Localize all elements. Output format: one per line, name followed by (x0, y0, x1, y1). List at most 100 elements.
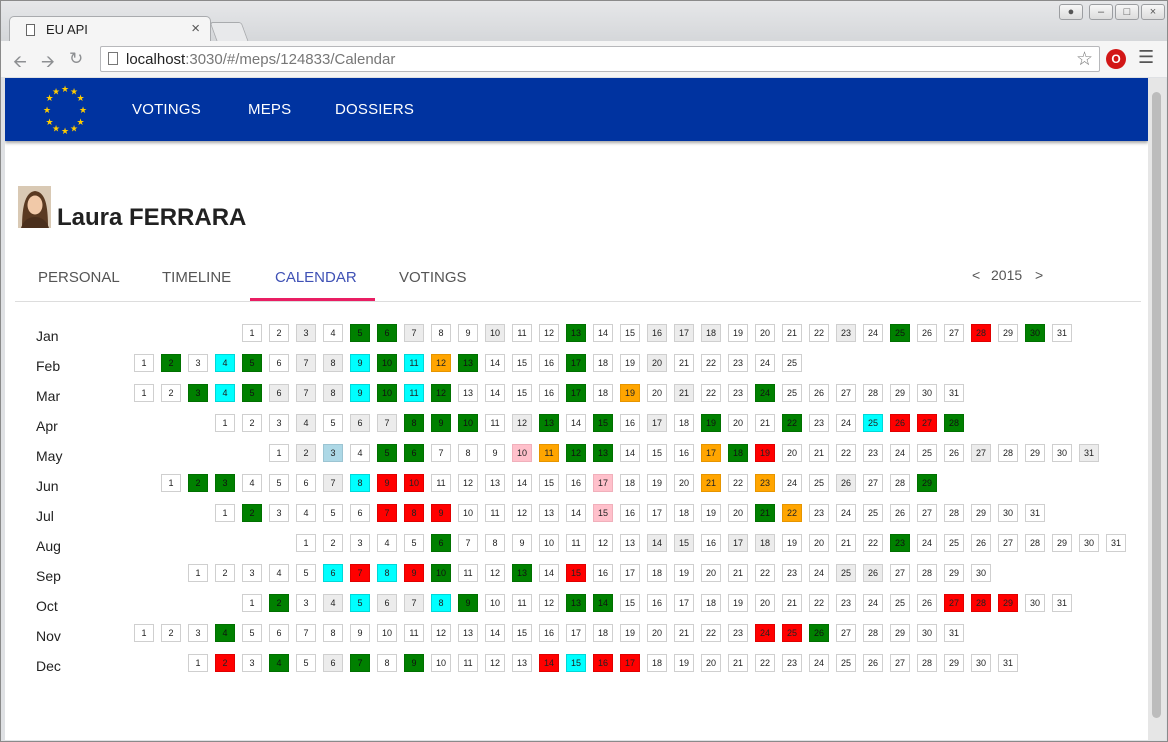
calendar-day[interactable]: 20 (701, 564, 721, 582)
calendar-day[interactable]: 7 (350, 564, 370, 582)
calendar-day[interactable]: 11 (485, 504, 505, 522)
calendar-day[interactable]: 23 (809, 414, 829, 432)
calendar-day[interactable]: 16 (539, 354, 559, 372)
calendar-day[interactable]: 10 (431, 654, 451, 672)
calendar-day[interactable]: 4 (242, 474, 262, 492)
calendar-day[interactable]: 17 (674, 594, 694, 612)
calendar-day[interactable]: 10 (431, 564, 451, 582)
calendar-day[interactable]: 25 (890, 324, 910, 342)
calendar-day[interactable]: 20 (647, 354, 667, 372)
calendar-day[interactable]: 31 (944, 624, 964, 642)
calendar-day[interactable]: 14 (485, 354, 505, 372)
calendar-day[interactable]: 31 (1052, 594, 1072, 612)
calendar-day[interactable]: 26 (863, 564, 883, 582)
calendar-day[interactable]: 24 (863, 594, 883, 612)
calendar-day[interactable]: 4 (377, 534, 397, 552)
calendar-day[interactable]: 28 (944, 414, 964, 432)
calendar-day[interactable]: 3 (242, 564, 262, 582)
calendar-day[interactable]: 5 (269, 474, 289, 492)
new-tab-button[interactable] (209, 22, 249, 41)
calendar-day[interactable]: 12 (566, 444, 586, 462)
calendar-day[interactable]: 13 (458, 384, 478, 402)
calendar-day[interactable]: 19 (647, 474, 667, 492)
calendar-day[interactable]: 8 (377, 654, 397, 672)
calendar-day[interactable]: 18 (647, 564, 667, 582)
calendar-day[interactable]: 28 (1025, 534, 1045, 552)
calendar-day[interactable]: 15 (566, 654, 586, 672)
calendar-day[interactable]: 16 (647, 324, 667, 342)
calendar-day[interactable]: 20 (728, 504, 748, 522)
calendar-day[interactable]: 27 (971, 444, 991, 462)
calendar-day[interactable]: 19 (674, 654, 694, 672)
calendar-day[interactable]: 2 (161, 354, 181, 372)
calendar-day[interactable]: 13 (566, 324, 586, 342)
calendar-day[interactable]: 15 (539, 474, 559, 492)
calendar-day[interactable]: 6 (323, 564, 343, 582)
calendar-day[interactable]: 19 (701, 414, 721, 432)
calendar-day[interactable]: 15 (620, 594, 640, 612)
calendar-day[interactable]: 22 (728, 474, 748, 492)
calendar-day[interactable]: 14 (566, 414, 586, 432)
calendar-day[interactable]: 6 (377, 594, 397, 612)
calendar-day[interactable]: 3 (188, 384, 208, 402)
calendar-day[interactable]: 23 (728, 624, 748, 642)
calendar-day[interactable]: 31 (1052, 324, 1072, 342)
calendar-day[interactable]: 20 (755, 594, 775, 612)
calendar-day[interactable]: 28 (971, 324, 991, 342)
calendar-day[interactable]: 12 (593, 534, 613, 552)
calendar-day[interactable]: 18 (674, 414, 694, 432)
calendar-day[interactable]: 31 (1106, 534, 1126, 552)
calendar-day[interactable]: 22 (701, 384, 721, 402)
calendar-day[interactable]: 17 (728, 534, 748, 552)
close-tab-icon[interactable]: × (191, 20, 200, 37)
calendar-day[interactable]: 4 (323, 324, 343, 342)
calendar-day[interactable]: 21 (701, 474, 721, 492)
calendar-day[interactable]: 10 (485, 594, 505, 612)
calendar-day[interactable]: 9 (350, 624, 370, 642)
calendar-day[interactable]: 27 (890, 564, 910, 582)
calendar-day[interactable]: 5 (323, 504, 343, 522)
calendar-day[interactable]: 9 (350, 354, 370, 372)
calendar-day[interactable]: 6 (296, 474, 316, 492)
calendar-day[interactable]: 17 (674, 324, 694, 342)
calendar-day[interactable]: 17 (566, 384, 586, 402)
calendar-day[interactable]: 24 (836, 414, 856, 432)
calendar-day[interactable]: 18 (593, 624, 613, 642)
calendar-day[interactable]: 10 (458, 414, 478, 432)
calendar-day[interactable]: 21 (755, 414, 775, 432)
calendar-day[interactable]: 1 (134, 354, 154, 372)
calendar-day[interactable]: 22 (809, 594, 829, 612)
calendar-day[interactable]: 15 (512, 624, 532, 642)
calendar-day[interactable]: 21 (782, 324, 802, 342)
calendar-day[interactable]: 4 (215, 354, 235, 372)
calendar-day[interactable]: 30 (971, 654, 991, 672)
calendar-day[interactable]: 29 (1052, 534, 1072, 552)
calendar-day[interactable]: 22 (836, 444, 856, 462)
calendar-day[interactable]: 31 (1079, 444, 1099, 462)
calendar-day[interactable]: 10 (539, 534, 559, 552)
forward-icon[interactable]: 🡪 (41, 49, 55, 78)
calendar-day[interactable]: 5 (377, 444, 397, 462)
calendar-day[interactable]: 13 (458, 624, 478, 642)
calendar-day[interactable]: 5 (350, 324, 370, 342)
calendar-day[interactable]: 17 (566, 354, 586, 372)
calendar-day[interactable]: 16 (593, 564, 613, 582)
calendar-day[interactable]: 29 (944, 564, 964, 582)
calendar-day[interactable]: 24 (755, 384, 775, 402)
calendar-day[interactable]: 24 (755, 624, 775, 642)
calendar-day[interactable]: 15 (647, 444, 667, 462)
calendar-day[interactable]: 15 (512, 354, 532, 372)
calendar-day[interactable]: 7 (350, 654, 370, 672)
calendar-day[interactable]: 23 (863, 444, 883, 462)
calendar-day[interactable]: 21 (674, 624, 694, 642)
calendar-day[interactable]: 15 (512, 384, 532, 402)
calendar-day[interactable]: 6 (404, 444, 424, 462)
calendar-day[interactable]: 29 (890, 624, 910, 642)
calendar-day[interactable]: 18 (755, 534, 775, 552)
calendar-day[interactable]: 18 (647, 654, 667, 672)
calendar-day[interactable]: 13 (512, 654, 532, 672)
calendar-day[interactable]: 26 (917, 324, 937, 342)
calendar-day[interactable]: 16 (620, 504, 640, 522)
calendar-day[interactable]: 29 (917, 474, 937, 492)
calendar-day[interactable]: 17 (620, 654, 640, 672)
